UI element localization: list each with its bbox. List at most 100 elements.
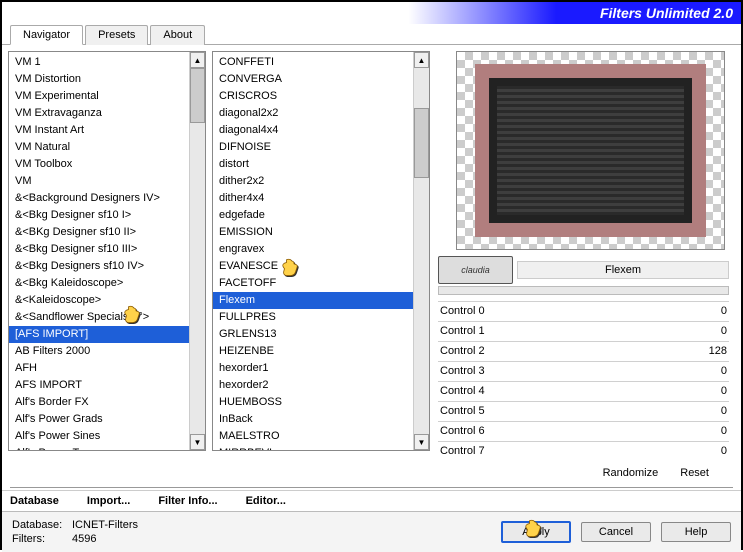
control-row[interactable]: Control 00 [438, 301, 729, 321]
list-item[interactable]: edgefade [213, 207, 413, 224]
list-item[interactable]: VM Experimental [9, 88, 189, 105]
category-list[interactable]: VM 1VM DistortionVM ExperimentalVM Extra… [8, 51, 206, 451]
category-scrollbar[interactable]: ▲ ▼ [189, 52, 205, 450]
control-name: Control 4 [440, 384, 485, 399]
control-row[interactable]: Control 1 0 [438, 321, 729, 341]
list-item[interactable]: &<Bkg Designer sf10 III> [9, 241, 189, 258]
cancel-button[interactable]: Cancel [581, 522, 651, 542]
list-item[interactable]: VM 1 [9, 54, 189, 71]
list-item[interactable]: distort [213, 156, 413, 173]
list-item[interactable]: GRLENS13 [213, 326, 413, 343]
list-item[interactable]: hexorder1 [213, 360, 413, 377]
apply-button[interactable]: Apply [501, 521, 571, 543]
list-item[interactable]: &<Bkg Kaleidoscope> [9, 275, 189, 292]
list-item[interactable]: VM Extravaganza [9, 105, 189, 122]
list-item[interactable]: &<Bkg Designers sf10 IV> [9, 258, 189, 275]
database-button[interactable]: Database [10, 495, 59, 507]
scroll-up-icon[interactable]: ▲ [414, 52, 429, 68]
scroll-thumb[interactable] [190, 68, 205, 123]
help-button[interactable]: Help [661, 522, 731, 542]
control-row[interactable]: Control 3 0 [438, 361, 729, 381]
list-item[interactable]: VM Distortion [9, 71, 189, 88]
list-item[interactable]: InBack [213, 411, 413, 428]
list-item[interactable]: HEIZENBE [213, 343, 413, 360]
list-item[interactable]: VM Toolbox [9, 156, 189, 173]
control-value: 0 [721, 384, 727, 399]
list-item[interactable]: DIFNOISE [213, 139, 413, 156]
list-item[interactable]: CONFFETI [213, 54, 413, 71]
list-item[interactable]: dither2x2 [213, 173, 413, 190]
list-item[interactable]: &<BKg Designer sf10 II> [9, 224, 189, 241]
tab-strip: Navigator Presets About [2, 24, 741, 45]
scroll-thumb[interactable] [414, 108, 429, 178]
selected-filter-label: Flexem [517, 261, 729, 279]
list-item[interactable]: hexorder2 [213, 377, 413, 394]
import-button[interactable]: Import... [87, 495, 130, 507]
list-item[interactable]: &<Kaleidoscope> [9, 292, 189, 309]
control-row[interactable]: Control 70 [438, 441, 729, 461]
list-item[interactable]: Alf's Power Toys [9, 445, 189, 450]
list-item[interactable]: Alf's Border FX [9, 394, 189, 411]
list-item[interactable]: AB Filters 2000 [9, 343, 189, 360]
list-item[interactable]: diagonal4x4 [213, 122, 413, 139]
control-table: Control 00Control 10Control 2128Control … [438, 301, 729, 461]
watermark-badge: claudia [438, 256, 513, 284]
list-item[interactable]: EMISSION [213, 224, 413, 241]
list-item[interactable]: Alf's Power Grads [9, 411, 189, 428]
list-item[interactable]: VM [9, 173, 189, 190]
list-item[interactable]: MIRRBEVL [213, 445, 413, 450]
tab-presets[interactable]: Presets [85, 25, 148, 45]
list-item[interactable]: EVANESCE [213, 258, 413, 275]
status-filters-label: Filters: [12, 532, 66, 546]
control-name: Control 5 [440, 404, 485, 419]
control-value: 0 [721, 324, 727, 339]
slider-strip[interactable] [438, 286, 729, 295]
control-name: Control 1 [440, 324, 485, 339]
scroll-up-icon[interactable]: ▲ [190, 52, 205, 68]
reset-button[interactable]: Reset [680, 467, 709, 479]
control-row[interactable]: Control 2128 [438, 341, 729, 361]
list-item[interactable]: VM Instant Art [9, 122, 189, 139]
bottom-toolbar: Database Import... Filter Info... Editor… [2, 490, 741, 511]
list-item[interactable]: dither4x4 [213, 190, 413, 207]
list-item[interactable]: &<Bkg Designer sf10 I> [9, 207, 189, 224]
tab-about[interactable]: About [150, 25, 205, 45]
control-row[interactable]: Control 60 [438, 421, 729, 441]
category-column: VM 1VM DistortionVM ExperimentalVM Extra… [8, 51, 206, 479]
randomize-button[interactable]: Randomize [603, 467, 659, 479]
list-item[interactable]: FACETOFF [213, 275, 413, 292]
filter-info-button[interactable]: Filter Info... [158, 495, 217, 507]
control-name: Control 3 [440, 364, 485, 379]
list-item[interactable]: engravex [213, 241, 413, 258]
main-panel: VM 1VM DistortionVM ExperimentalVM Extra… [2, 45, 741, 485]
editor-button[interactable]: Editor... [246, 495, 286, 507]
control-row[interactable]: Control 4 0 [438, 381, 729, 401]
list-item[interactable]: &<Sandflower Specials°v°> [9, 309, 189, 326]
list-item[interactable]: HUEMBOSS [213, 394, 413, 411]
control-name: Control 0 [440, 304, 485, 319]
scroll-down-icon[interactable]: ▼ [414, 434, 429, 450]
filter-scrollbar[interactable]: ▲ ▼ [413, 52, 429, 450]
list-item[interactable]: VM Natural [9, 139, 189, 156]
app-title: Filters Unlimited 2.0 [600, 5, 733, 21]
tab-navigator[interactable]: Navigator [10, 25, 83, 45]
list-item[interactable]: FULLPRES [213, 309, 413, 326]
control-value: 0 [721, 364, 727, 379]
list-item[interactable]: Alf's Power Sines [9, 428, 189, 445]
list-item[interactable]: CRISCROS [213, 88, 413, 105]
list-item[interactable]: &<Background Designers IV> [9, 190, 189, 207]
list-item[interactable]: Flexem [213, 292, 413, 309]
status-db-label: Database: [12, 518, 66, 532]
control-name: Control 2 [440, 344, 485, 359]
list-item[interactable]: MAELSTRO [213, 428, 413, 445]
scroll-down-icon[interactable]: ▼ [190, 434, 205, 450]
list-item[interactable]: CONVERGA [213, 71, 413, 88]
list-item[interactable]: diagonal2x2 [213, 105, 413, 122]
list-item[interactable]: AFH [9, 360, 189, 377]
list-item[interactable]: AFS IMPORT [9, 377, 189, 394]
filter-list[interactable]: CONFFETICONVERGACRISCROSdiagonal2x2diago… [212, 51, 430, 451]
list-item[interactable]: [AFS IMPORT] [9, 326, 189, 343]
control-row[interactable]: Control 5 0 [438, 401, 729, 421]
control-value: 0 [721, 404, 727, 419]
preview-image [456, 51, 725, 250]
